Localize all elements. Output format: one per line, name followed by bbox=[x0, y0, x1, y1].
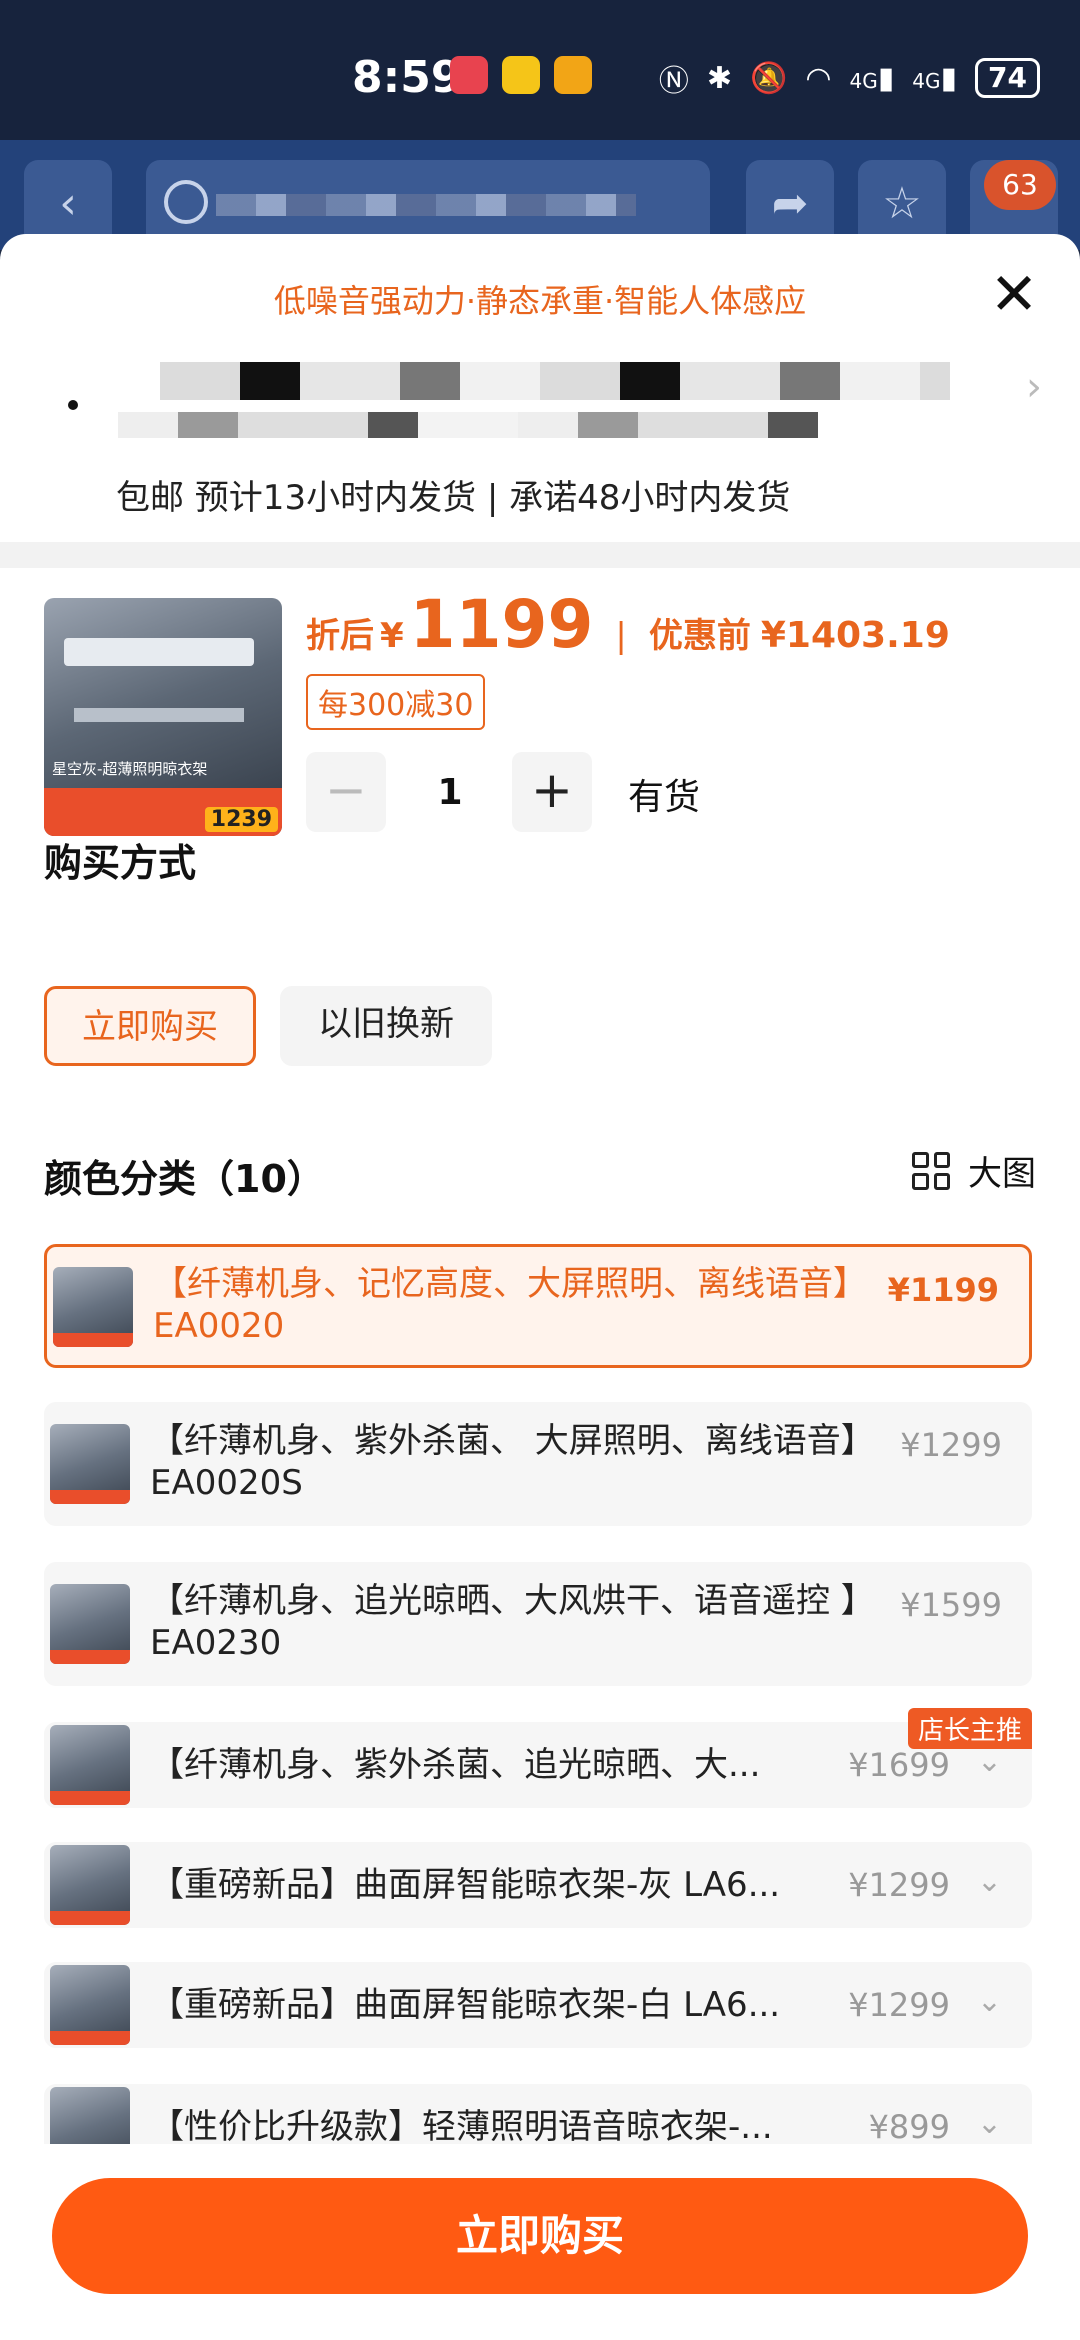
option-trade-in[interactable]: 以旧换新 bbox=[280, 986, 492, 1066]
mute-icon: 🔕 bbox=[749, 60, 788, 96]
variant-thumbnail bbox=[53, 1267, 133, 1347]
original-price-label: 优惠前 bbox=[648, 616, 751, 656]
search-icon bbox=[164, 180, 208, 224]
option-buy-now[interactable]: 立即购买 bbox=[44, 986, 256, 1066]
price-label: 折后 bbox=[306, 616, 374, 656]
variant-price: ¥1299 bbox=[900, 1426, 1002, 1464]
variant-item-6[interactable]: 【重磅新品】曲面屏智能晾衣架-白 LA6... ¥1299 ⌄ bbox=[44, 1962, 1032, 2048]
variant-item-5[interactable]: 【重磅新品】曲面屏智能晾衣架-灰 LA6... ¥1299 ⌄ bbox=[44, 1842, 1032, 1928]
address-blurred[interactable] bbox=[160, 362, 950, 400]
battery-indicator: 74 bbox=[975, 58, 1040, 98]
sku-selection-sheet: 低噪音强动力·静态承重·智能人体感应 ✕ › 包邮 预计13小时内发货 | 承诺… bbox=[0, 234, 1080, 2340]
thumb-caption: 星空灰-超薄照明晾衣架 bbox=[52, 760, 208, 778]
clock: 8:59 bbox=[352, 52, 462, 103]
store-recommend-badge: 店长主推 bbox=[907, 1708, 1032, 1749]
chevron-right-icon[interactable]: › bbox=[1026, 364, 1042, 410]
nfc-icon: Ⓝ bbox=[658, 64, 689, 99]
variant-label: 【性价比升级款】轻薄照明语音晾衣架-... bbox=[150, 2107, 773, 2147]
variant-thumbnail bbox=[50, 1424, 130, 1504]
variant-thumbnail bbox=[50, 1965, 130, 2045]
variant-item-3[interactable]: 【纤薄机身、追光晾晒、大风烘干、语音遥控 】EA0230 ¥1599 bbox=[44, 1562, 1032, 1686]
address-bullet bbox=[68, 400, 78, 410]
big-view-toggle[interactable]: 大图 bbox=[912, 1146, 1036, 1195]
weibo-app-icon bbox=[502, 56, 540, 94]
variant-thumbnail bbox=[50, 1725, 130, 1805]
variant-thumbnail bbox=[50, 1584, 130, 1664]
buy-now-button[interactable]: 立即购买 bbox=[52, 2178, 1028, 2294]
variant-item-4[interactable]: 【纤薄机身、紫外杀菌、追光晾晒、大... ¥1699 ⌄ 店长主推 bbox=[44, 1708, 1032, 1808]
huawei-app-icon bbox=[450, 56, 488, 94]
notification-icons bbox=[450, 56, 592, 94]
shipping-info: 包邮 预计13小时内发货 | 承诺48小时内发货 bbox=[116, 478, 791, 518]
promo-banner: 低噪音强动力·静态承重·智能人体感应 bbox=[273, 282, 807, 320]
chevron-down-icon[interactable]: ⌄ bbox=[977, 1984, 1002, 2019]
product-thumbnail[interactable]: 星空灰-超薄照明晾衣架 1239 bbox=[44, 598, 282, 836]
section-divider bbox=[0, 542, 1080, 568]
variant-item-1[interactable]: 【纤薄机身、记忆高度、大屏照明、离线语音】EA0020 ¥1199 bbox=[44, 1244, 1032, 1368]
variant-price: ¥1599 bbox=[900, 1586, 1002, 1624]
close-icon[interactable]: ✕ bbox=[986, 265, 1042, 324]
variant-item-2[interactable]: 【纤薄机身、紫外杀菌、 大屏照明、离线语音】EA0020S ¥1299 bbox=[44, 1402, 1032, 1526]
system-icons: Ⓝ ✱ 🔕 ◠ 4G▮ 4G▮ 74 bbox=[659, 56, 1040, 100]
variant-price: ¥899 bbox=[868, 2108, 950, 2146]
variant-label: 【纤薄机身、记忆高度、大屏照明、离线语音】EA0020 bbox=[153, 1264, 867, 1346]
search-blurred-text bbox=[216, 194, 636, 216]
chevron-down-icon[interactable]: ⌄ bbox=[977, 2106, 1002, 2141]
quantity-value[interactable]: 1 bbox=[410, 772, 490, 813]
price-row: 折后 ¥ 1199 | 优惠前 ¥1403.19 bbox=[306, 586, 950, 663]
original-price: ¥1403.19 bbox=[760, 615, 950, 656]
variant-label: 【纤薄机身、追光晾晒、大风烘干、语音遥控 】EA0230 bbox=[150, 1581, 858, 1663]
coupon-badge: 每300减30 bbox=[306, 674, 486, 730]
currency-symbol: ¥ bbox=[380, 616, 404, 656]
variant-thumbnail bbox=[50, 1845, 130, 1925]
color-category-title: 颜色分类（10） bbox=[44, 1157, 325, 1201]
quantity-increase-button[interactable]: + bbox=[512, 752, 592, 832]
variant-label: 【重磅新品】曲面屏智能晾衣架-白 LA6... bbox=[150, 1985, 781, 2025]
big-view-label: 大图 bbox=[968, 1154, 1036, 1194]
variant-label: 【重磅新品】曲面屏智能晾衣架-灰 LA6... bbox=[150, 1865, 781, 1905]
variant-price: ¥1699 bbox=[848, 1746, 950, 1784]
current-price: 1199 bbox=[409, 586, 594, 663]
status-bar: 8:59 Ⓝ ✱ 🔕 ◠ 4G▮ 4G▮ 74 bbox=[0, 0, 1080, 140]
grid-icon bbox=[912, 1151, 950, 1190]
address-blurred-line2 bbox=[118, 412, 818, 438]
signal-icon-2: 4G▮ bbox=[912, 60, 958, 96]
stock-status: 有货 bbox=[628, 777, 701, 818]
variant-price: ¥1199 bbox=[887, 1271, 999, 1309]
quantity-decrease-button[interactable]: − bbox=[306, 752, 386, 832]
wifi-icon: ◠ bbox=[805, 60, 832, 96]
thumb-price: 1239 bbox=[204, 807, 278, 832]
chevron-down-icon[interactable]: ⌄ bbox=[977, 1864, 1002, 1899]
chevron-down-icon[interactable]: ⌄ bbox=[977, 1744, 1002, 1779]
variant-label: 【纤薄机身、紫外杀菌、追光晾晒、大... bbox=[150, 1745, 761, 1785]
variant-price: ¥1299 bbox=[848, 1866, 950, 1904]
cart-badge: 63 bbox=[984, 160, 1056, 210]
bluetooth-icon: ✱ bbox=[706, 60, 732, 96]
variant-price: ¥1299 bbox=[848, 1986, 950, 2024]
signal-icon-1: 4G▮ bbox=[849, 60, 895, 96]
taobao-app-icon bbox=[554, 56, 592, 94]
purchase-method-title: 购买方式 bbox=[44, 841, 197, 885]
variant-label: 【纤薄机身、紫外杀菌、 大屏照明、离线语音】EA0020S bbox=[150, 1421, 858, 1503]
